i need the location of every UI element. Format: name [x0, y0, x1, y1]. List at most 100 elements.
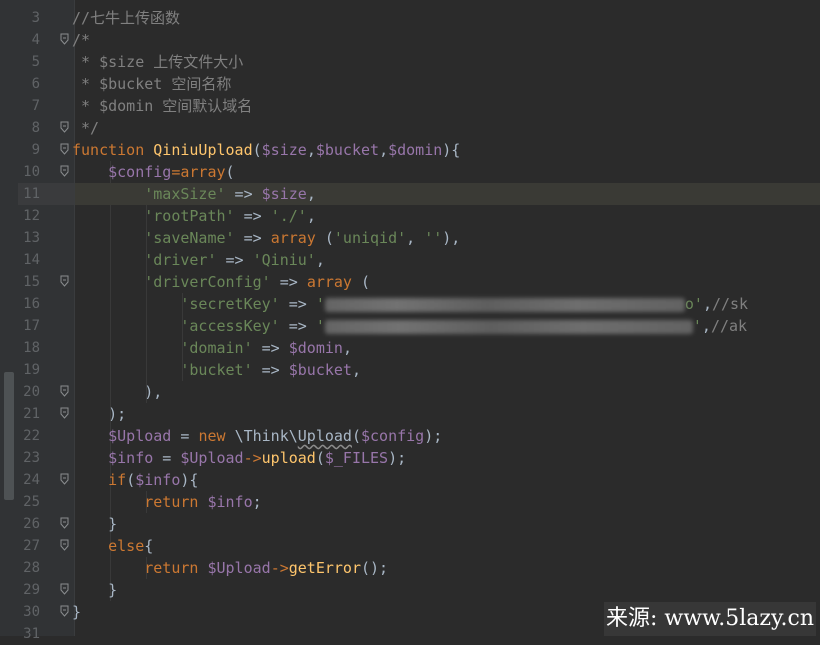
code-line[interactable]: 16 'secretKey' => ' o',//sk — [0, 293, 820, 315]
code-line[interactable]: 14 'driver' => 'Qiniu', — [0, 249, 820, 271]
code-token: array — [306, 273, 352, 291]
fold-marker-icon[interactable] — [60, 473, 69, 485]
code-token: 'saveName' — [144, 229, 235, 247]
code-token: //七牛上传函数 — [72, 9, 181, 27]
code-token: //sk — [711, 295, 749, 313]
code-text: 'accessKey' => ' ',//ak — [72, 315, 747, 337]
line-number: 13 — [23, 230, 40, 246]
code-line[interactable]: 3 //七牛上传函数 — [0, 7, 820, 29]
code-token: , — [379, 141, 389, 159]
code-line[interactable]: 29 } — [0, 579, 820, 601]
code-token: , — [306, 141, 316, 159]
code-token: upload — [261, 449, 316, 467]
code-token: ), — [442, 229, 461, 247]
code-line[interactable]: 12 'rootPath' => './', — [0, 205, 820, 227]
code-text: * $size 上传文件大小 — [72, 51, 243, 73]
code-line[interactable]: 15 'driverConfig' => array ( — [0, 271, 820, 293]
code-token: => — [270, 273, 307, 291]
code-token: ); — [388, 449, 407, 467]
code-text: } — [72, 579, 117, 601]
code-token: $info — [135, 471, 181, 489]
code-editor[interactable]: 3//七牛上传函数 4/* 5 * $size 上传文件大小 6 * $bucket … — [0, 0, 820, 642]
redacted-key — [324, 319, 693, 334]
code-token: => — [252, 339, 289, 357]
code-text: 'saveName' => array ('uniqid', ''), — [72, 227, 460, 249]
code-line[interactable]: 6 * $bucket 空间名称 — [0, 73, 820, 95]
code-token: , — [351, 361, 361, 379]
code-line[interactable]: 4 /* — [0, 29, 820, 51]
code-token: './' — [270, 207, 307, 225]
fold-marker-icon[interactable] — [60, 539, 69, 551]
code-line[interactable]: 23 $info = $Upload->upload($_FILES); — [0, 447, 820, 469]
code-line[interactable]: 9 function QiniuUpload($size,$bucket,$dom… — [0, 139, 820, 161]
fold-marker-icon[interactable] — [60, 143, 69, 155]
fold-marker-icon[interactable] — [60, 121, 69, 133]
code-token: new — [198, 427, 235, 445]
code-text: 'driverConfig' => array ( — [72, 271, 370, 293]
code-line[interactable]: 22 $Upload = new \Think\Upload($config); — [0, 425, 820, 447]
code-token: //ak — [710, 317, 748, 335]
code-token: ; — [252, 493, 262, 511]
code-line[interactable]: 11 'maxSize' => $size, — [0, 183, 820, 205]
code-text: return $info; — [72, 491, 262, 513]
code-token: 'domain' — [180, 339, 253, 357]
code-line[interactable]: 10 $config=array( — [0, 161, 820, 183]
code-token: , — [306, 207, 316, 225]
fold-marker-icon[interactable] — [60, 517, 69, 529]
code-token: getError — [288, 559, 361, 577]
code-token: ){ — [180, 471, 199, 489]
code-token: $info — [108, 449, 154, 467]
code-line[interactable]: 25 return $info; — [0, 491, 820, 513]
code-line[interactable]: 8 */ — [0, 117, 820, 139]
fold-marker-icon[interactable] — [60, 407, 69, 419]
redacted-key — [324, 297, 685, 312]
fold-marker-icon[interactable] — [60, 605, 69, 617]
code-line[interactable]: 17 'accessKey' => ' ',//ak — [0, 315, 820, 337]
code-line[interactable]: 7 * $domin 空间默认域名 — [0, 95, 820, 117]
code-line[interactable]: 19 'bucket' => $bucket, — [0, 359, 820, 381]
fold-marker-icon[interactable] — [60, 165, 69, 177]
code-line[interactable]: 20 ), — [0, 381, 820, 403]
fold-marker-icon[interactable] — [60, 583, 69, 595]
fold-marker-icon[interactable] — [60, 33, 69, 45]
line-number: 7 — [31, 98, 40, 114]
code-line[interactable]: 24 if($info){ — [0, 469, 820, 491]
code-text: return $Upload->getError(); — [72, 557, 388, 579]
code-text: function QiniuUpload($size,$bucket,$domi… — [72, 139, 460, 161]
code-token: => — [234, 207, 271, 225]
code-token: => — [279, 295, 316, 313]
fold-marker-icon[interactable] — [60, 385, 69, 397]
code-text: $config=array( — [72, 161, 234, 183]
code-token: $config — [361, 427, 425, 445]
code-token: return — [144, 493, 208, 511]
code-text: ), — [72, 381, 162, 403]
code-token: else — [108, 537, 145, 555]
code-token: $_FILES — [324, 449, 389, 467]
code-text: */ — [72, 117, 99, 139]
line-number: 23 — [23, 450, 40, 466]
code-token: ), — [72, 383, 163, 401]
line-number: 25 — [23, 494, 40, 510]
code-token: ( — [351, 427, 361, 445]
code-token: , — [406, 229, 425, 247]
code-token: ( — [315, 229, 334, 247]
code-line[interactable]: 28 return $Upload->getError(); — [0, 557, 820, 579]
code-line[interactable]: 5 * $size 上传文件大小 — [0, 51, 820, 73]
code-line[interactable]: 27 else{ — [0, 535, 820, 557]
line-number: 22 — [23, 428, 40, 444]
code-token: 'accessKey' — [180, 317, 280, 335]
fold-marker-icon[interactable] — [60, 275, 69, 287]
code-line[interactable]: 18 'domain' => $domin, — [0, 337, 820, 359]
code-token: , — [306, 185, 316, 203]
code-line[interactable]: 13 'saveName' => array ('uniqid', ''), — [0, 227, 820, 249]
code-line[interactable]: 26 } — [0, 513, 820, 535]
line-number: 27 — [23, 538, 40, 554]
code-token: o' — [684, 295, 703, 313]
code-line[interactable]: 21 ); — [0, 403, 820, 425]
